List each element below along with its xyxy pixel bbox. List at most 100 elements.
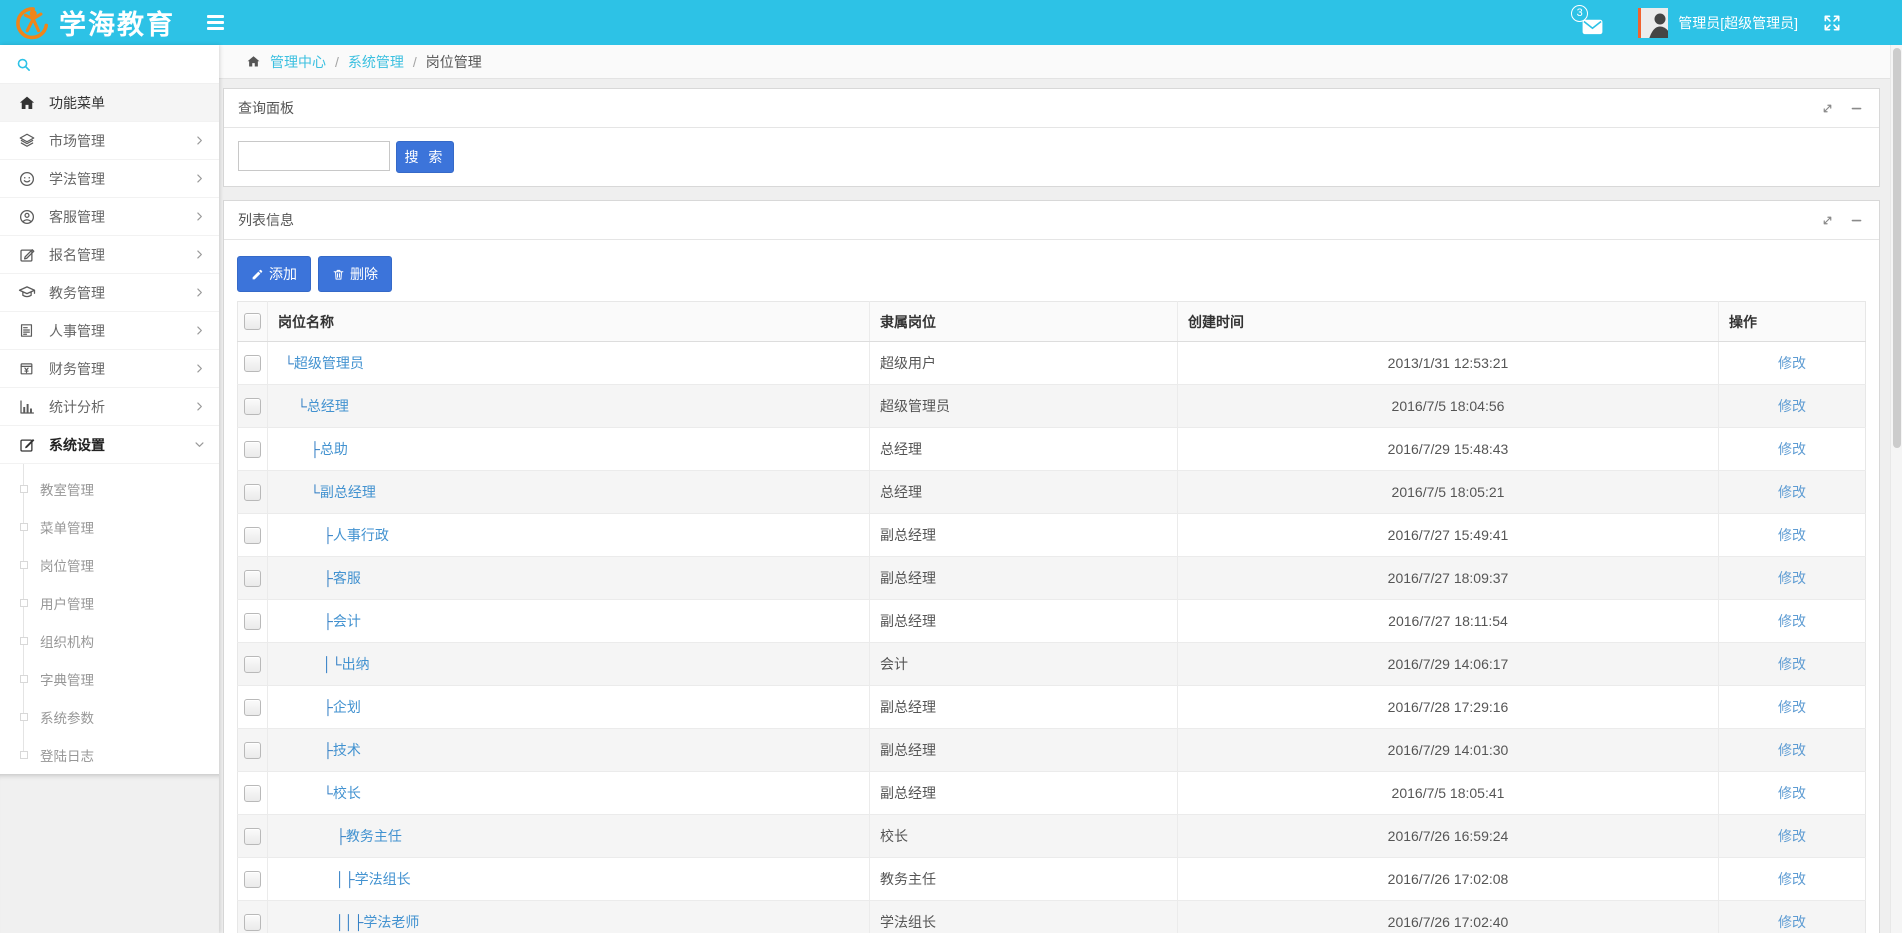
sidebar-item-finance-mgmt[interactable]: 财务管理 [0,350,219,388]
row-checkbox[interactable] [244,871,261,888]
tree-prefix: └ [297,398,307,414]
row-checkbox[interactable] [244,914,261,931]
position-name-link[interactable]: ├技术 [323,742,361,758]
brand[interactable]: 学海教育 [13,3,175,42]
scrollbar-thumb[interactable] [1893,48,1901,448]
created-time-cell: 2016/7/29 15:48:43 [1178,428,1719,471]
sidebar-item-label: 系统设置 [49,435,194,455]
search-input[interactable] [41,57,191,72]
tree-prefix: └ [310,484,320,500]
sidebar-item-service-mgmt[interactable]: 客服管理 [0,198,219,236]
query-panel: 查询面板 搜 索 [223,88,1880,187]
select-all-checkbox[interactable] [244,313,261,330]
collapse-panel-icon[interactable] [1850,102,1863,115]
list-panel-body: 添加 删除 [224,240,1879,933]
position-name-link[interactable]: ││├学法老师 [336,914,419,930]
position-name-link[interactable]: │├学法组长 [336,871,411,887]
edit-link[interactable]: 修改 [1778,656,1806,672]
edit-link[interactable]: 修改 [1778,484,1806,500]
sidebar-subitem-label: 菜单管理 [40,517,94,537]
row-checkbox[interactable] [244,570,261,587]
edit-link[interactable]: 修改 [1778,441,1806,457]
sidebar-item-function-menu[interactable]: 功能菜单 [0,84,219,122]
row-checkbox[interactable] [244,699,261,716]
position-name: 学法老师 [363,914,419,930]
row-checkbox[interactable] [244,527,261,544]
created-time-cell: 2016/7/27 15:49:41 [1178,514,1719,557]
edit-link[interactable]: 修改 [1778,742,1806,758]
query-keyword-input[interactable] [238,141,390,171]
sidebar-subitem-post-mgmt[interactable]: 岗位管理 [0,546,219,584]
edit-link[interactable]: 修改 [1778,699,1806,715]
row-checkbox[interactable] [244,441,261,458]
position-name-link[interactable]: ├会计 [323,613,361,629]
sidebar-subitem-classroom-mgmt[interactable]: 教室管理 [0,470,219,508]
row-checkbox[interactable] [244,484,261,501]
sidebar-subitem-login-log[interactable]: 登陆日志 [0,736,219,774]
row-checkbox[interactable] [244,785,261,802]
delete-button[interactable]: 删除 [318,256,392,292]
edit-link[interactable]: 修改 [1778,527,1806,543]
sidebar-subitem-org-structure[interactable]: 组织机构 [0,622,219,660]
position-name-link[interactable]: └副总经理 [310,484,376,500]
parent-position-cell: 副总经理 [870,729,1178,772]
scrollbar[interactable] [1890,45,1902,933]
edit-link[interactable]: 修改 [1778,570,1806,586]
position-name-link[interactable]: └校长 [323,785,361,801]
position-name-link[interactable]: ├人事行政 [323,527,389,543]
collapse-panel-icon[interactable] [1850,214,1863,227]
row-checkbox[interactable] [244,398,261,415]
username[interactable]: 管理员[超级管理员] [1678,13,1798,33]
row-checkbox[interactable] [244,742,261,759]
avatar[interactable] [1638,8,1668,38]
edit-link[interactable]: 修改 [1778,914,1806,930]
sidebar-subitem-label: 登陆日志 [40,745,94,765]
sidebar-subitem-menu-mgmt[interactable]: 菜单管理 [0,508,219,546]
add-button[interactable]: 添加 [237,256,311,292]
edit-link[interactable]: 修改 [1778,613,1806,629]
parent-position-cell: 总经理 [870,428,1178,471]
sidebar-search[interactable] [0,45,219,84]
sidebar-item-academic-mgmt[interactable]: 教务管理 [0,274,219,312]
position-name-link[interactable]: ├企划 [323,699,361,715]
row-checkbox[interactable] [244,613,261,630]
sidebar-toggle-button[interactable] [201,9,230,36]
position-name-link[interactable]: ├客服 [323,570,361,586]
sidebar-subitem-user-mgmt[interactable]: 用户管理 [0,584,219,622]
edit-link[interactable]: 修改 [1778,398,1806,414]
edit-link[interactable]: 修改 [1778,355,1806,371]
position-name-link[interactable]: └超级管理员 [284,355,364,371]
breadcrumb-link-admin-center[interactable]: 管理中心 [270,52,326,72]
edit-link[interactable]: 修改 [1778,785,1806,801]
breadcrumb-link-system-mgmt[interactable]: 系统管理 [348,52,404,72]
sidebar-subitem-system-params[interactable]: 系统参数 [0,698,219,736]
breadcrumb-separator: / [335,54,339,70]
row-checkbox[interactable] [244,656,261,673]
position-name-link[interactable]: │└出纳 [323,656,370,672]
expand-panel-icon[interactable] [1821,214,1834,227]
notifications-button[interactable]: 3 [1581,17,1604,35]
created-time-cell: 2013/1/31 12:53:21 [1178,342,1719,385]
expand-panel-icon[interactable] [1821,102,1834,115]
sidebar-item-signup-mgmt[interactable]: 报名管理 [0,236,219,274]
parent-position-cell: 教务主任 [870,858,1178,901]
position-name-link[interactable]: ├总助 [310,441,348,457]
search-button[interactable]: 搜 索 [396,141,454,173]
chevron-right-icon [194,401,205,412]
position-name-link[interactable]: └总经理 [297,398,349,414]
row-checkbox[interactable] [244,828,261,845]
edit-link[interactable]: 修改 [1778,828,1806,844]
panel-tools [1821,102,1863,115]
row-checkbox[interactable] [244,355,261,372]
sidebar-item-hr-mgmt[interactable]: 人事管理 [0,312,219,350]
fullscreen-button[interactable] [1822,13,1842,33]
position-name-link[interactable]: ├教务主任 [336,828,402,844]
edit-link[interactable]: 修改 [1778,871,1806,887]
sidebar-item-market-mgmt[interactable]: 市场管理 [0,122,219,160]
sidebar-item-stats-analysis[interactable]: 统计分析 [0,388,219,426]
home-icon[interactable] [246,54,261,69]
notification-badge: 3 [1571,5,1588,22]
sidebar-item-system-settings[interactable]: 系统设置 [0,426,219,464]
sidebar-item-study-mgmt[interactable]: 学法管理 [0,160,219,198]
sidebar-subitem-dict-mgmt[interactable]: 字典管理 [0,660,219,698]
